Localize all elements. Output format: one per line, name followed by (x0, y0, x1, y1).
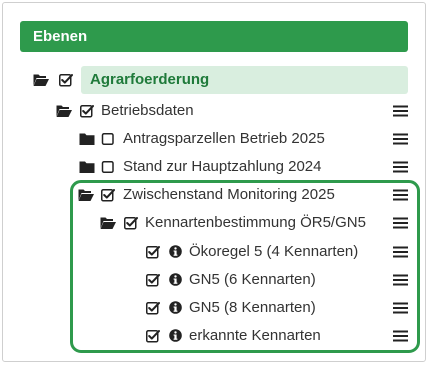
tree-item-gn5-6[interactable]: GN5 (6 Kennarten) (0, 268, 430, 292)
checkbox-checked-icon[interactable] (146, 329, 160, 343)
info-icon[interactable] (169, 301, 182, 314)
checkbox-checked-icon[interactable] (146, 245, 160, 259)
tree-item-label[interactable]: Agrarfoerderung (81, 66, 408, 94)
checkbox-checked-icon[interactable] (146, 273, 160, 287)
folder-open-icon[interactable] (56, 104, 72, 118)
checkbox-checked-icon[interactable] (124, 216, 138, 230)
hamburger-menu-icon[interactable] (393, 104, 408, 118)
hamburger-menu-icon[interactable] (393, 301, 408, 315)
tree-item-erkannte-kennarten[interactable]: erkannte Kennarten (0, 324, 430, 348)
tree-item-label: Ökoregel 5 (4 Kennarten) (189, 243, 359, 260)
checkbox-checked-icon[interactable] (101, 188, 115, 202)
tree-item-label: Stand zur Hauptzahlung 2024 (123, 158, 322, 175)
tree-item-kennartenbestimmung[interactable]: Kennartenbestimmung ÖR5/GN5 (0, 211, 430, 235)
tree-item-label: erkannte Kennarten (189, 327, 321, 344)
hamburger-menu-icon[interactable] (393, 132, 408, 146)
hamburger-menu-icon[interactable] (393, 245, 408, 259)
tree-item-zwischenstand-monitoring[interactable]: Zwischenstand Monitoring 2025 (0, 183, 430, 207)
tree-item-stand-hauptzahlung[interactable]: Stand zur Hauptzahlung 2024 (0, 155, 430, 179)
folder-open-icon[interactable] (78, 188, 94, 202)
folder-closed-icon[interactable] (79, 132, 95, 146)
folder-closed-icon[interactable] (79, 160, 95, 174)
tree-item-agrarfoerderung[interactable]: Agrarfoerderung (0, 66, 430, 94)
tree-item-antragsparzellen[interactable]: Antragsparzellen Betrieb 2025 (0, 127, 430, 151)
folder-open-icon[interactable] (100, 216, 116, 230)
checkbox-checked-icon[interactable] (146, 301, 160, 315)
panel-title: Ebenen (20, 21, 408, 52)
tree-item-label: Zwischenstand Monitoring 2025 (123, 186, 335, 203)
hamburger-menu-icon[interactable] (393, 273, 408, 287)
info-icon[interactable] (169, 273, 182, 286)
tree-item-betriebsdaten[interactable]: Betriebsdaten (0, 99, 430, 123)
hamburger-menu-icon[interactable] (393, 160, 408, 174)
info-icon[interactable] (169, 329, 182, 342)
tree-item-label: Antragsparzellen Betrieb 2025 (123, 130, 325, 147)
checkbox-empty-icon[interactable] (101, 160, 115, 174)
info-icon[interactable] (169, 245, 182, 258)
checkbox-empty-icon[interactable] (101, 132, 115, 146)
tree-item-label: GN5 (6 Kennarten) (189, 271, 316, 288)
tree-item-label: Betriebsdaten (101, 102, 194, 119)
checkbox-checked-icon[interactable] (59, 73, 73, 87)
hamburger-menu-icon[interactable] (393, 188, 408, 202)
tree-item-label: Kennartenbestimmung ÖR5/GN5 (145, 214, 366, 231)
tree-item-gn5-8[interactable]: GN5 (8 Kennarten) (0, 296, 430, 320)
tree-item-oekoregel5[interactable]: Ökoregel 5 (4 Kennarten) (0, 240, 430, 264)
tree-item-label: GN5 (8 Kennarten) (189, 299, 316, 316)
hamburger-menu-icon[interactable] (393, 329, 408, 343)
checkbox-checked-icon[interactable] (80, 104, 94, 118)
folder-open-icon[interactable] (33, 73, 49, 87)
hamburger-menu-icon[interactable] (393, 216, 408, 230)
